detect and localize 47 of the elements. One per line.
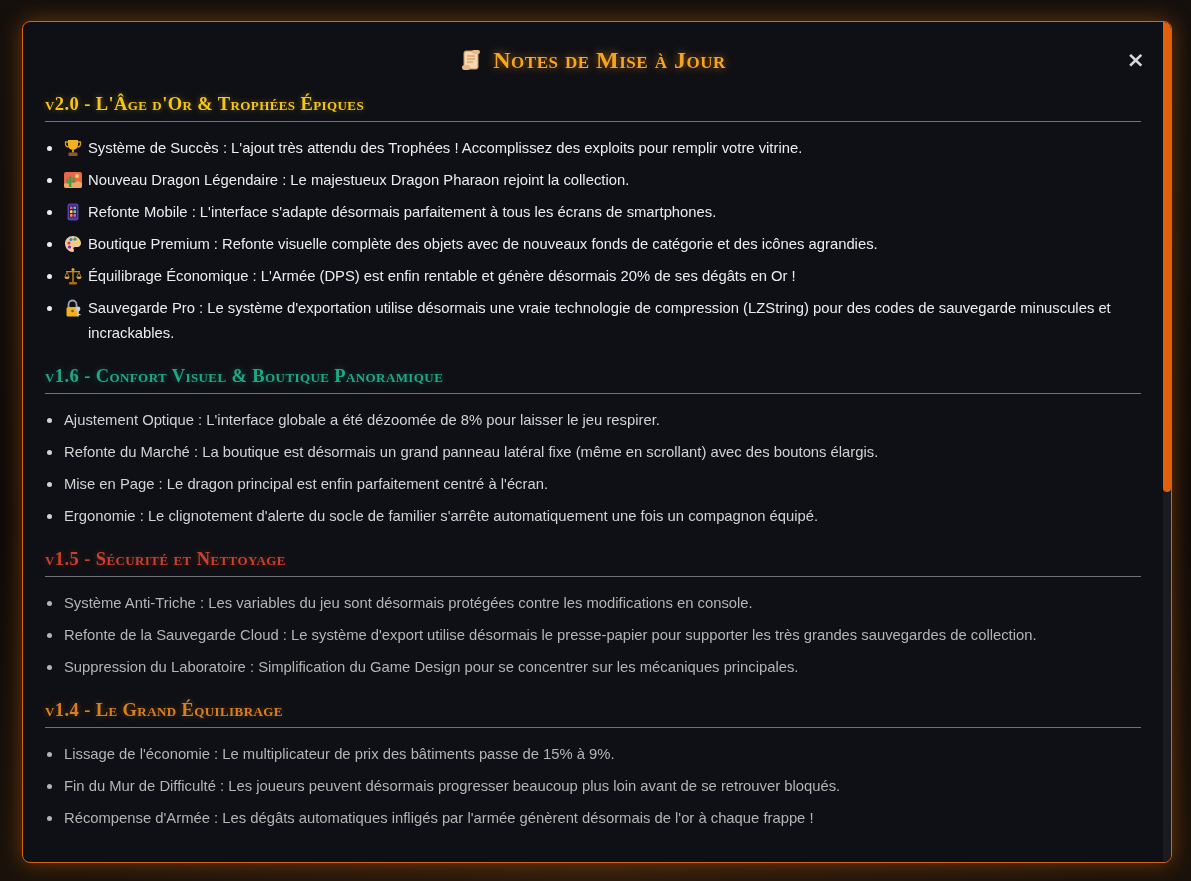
note-text: Ajustement Optique : L'interface globale a été dézoomée de 8% pour laisser le jeu respirer. — [64, 411, 661, 430]
phone-icon — [64, 203, 82, 221]
note-text: Récompense d'Armée : Les dégâts automatiques infligés par l'armée génèrent désormais de l'or à chaque frappe ! — [64, 809, 815, 828]
lock-with-key-icon — [64, 299, 82, 317]
note-text: Sauvegarde Pro : Le système d'exportation utilise désormais une vraie technologie de compression (LZString) pour des codes de sauvegarde minuscules et incrackables. — [88, 299, 1112, 343]
scrollbar-track[interactable] — [1163, 22, 1171, 862]
trophy-icon — [64, 139, 82, 157]
bullet-icon — [47, 146, 52, 151]
bullet-icon — [47, 601, 52, 606]
note-text: Fin du Mur de Difficulté : Les joueurs peuvent désormais progresser beaucoup plus loin avant de se retrouver bloqués. — [64, 777, 842, 796]
version-heading: v1.6 - Confort Visuel & Boutique Panoramique — [45, 366, 444, 386]
note-text: Équilibrage Économique : L'Armée (DPS) est enfin rentable et génère désormais 20% de ses dégâts en Or ! — [88, 267, 797, 286]
bullet-icon — [47, 242, 52, 247]
bullet-icon — [47, 418, 52, 423]
note-text: Mise en Page : Le dragon principal est enfin parfaitement centré à l'écran. — [64, 475, 549, 494]
scrollbar-thumb[interactable] — [1163, 22, 1171, 493]
bullet-icon — [47, 784, 52, 789]
bullet-icon — [47, 274, 52, 279]
bullet-icon — [47, 306, 52, 311]
bullet-icon — [47, 514, 52, 519]
bullet-icon — [47, 178, 52, 183]
note-text: Nouveau Dragon Légendaire : Le majestueux Dragon Pharaon rejoint la collection. — [88, 171, 631, 190]
close-button[interactable]: × — [1124, 47, 1147, 73]
bullet-icon — [47, 665, 52, 670]
bullet-icon — [47, 633, 52, 638]
bullet-icon — [47, 752, 52, 757]
modal-title: Notes de Mise à Jour — [493, 46, 726, 75]
version-heading: v1.5 - Sécurité et Nettoyage — [45, 549, 286, 569]
bullet-icon — [47, 816, 52, 821]
note-text: Système de Succès : L'ajout très attendu des Trophées ! Accomplissez des exploits pour remplir votre vitrine. — [88, 139, 804, 158]
note-text: Refonte du Marché : La boutique est désormais un grand panneau latéral fixe (même en scrollant) avec des boutons élargis. — [64, 443, 880, 462]
bullet-icon — [47, 450, 52, 455]
note-text: Ergonomie : Le clignotement d'alerte du socle de familier s'arrête automatiquement une fois un compagnon équipé. — [64, 507, 820, 526]
scales-icon — [64, 267, 82, 285]
bullet-icon — [47, 482, 52, 487]
scroll-icon — [460, 49, 483, 71]
palette-icon — [64, 235, 82, 253]
version-heading: v1.4 - Le Grand Équilibrage — [45, 700, 283, 720]
desert-icon — [64, 171, 82, 189]
note-text: Système Anti-Triche : Les variables du jeu sont désormais protégées contre les modifications en console. — [64, 594, 754, 613]
bullet-icon — [47, 210, 52, 215]
note-text: Refonte de la Sauvegarde Cloud : Le système d'export utilise désormais le presse-papier pour supporter les très grandes sauvegardes de collection. — [64, 626, 1038, 645]
note-text: Suppression du Laboratoire : Simplification du Game Design pour se concentrer sur les mécaniques principales. — [64, 658, 800, 677]
note-text: Refonte Mobile : L'interface s'adapte désormais parfaitement à tous les écrans de smartphones. — [88, 203, 718, 222]
note-text: Lissage de l'économie : Le multiplicateur de prix des bâtiments passe de 15% à 9%. — [64, 745, 616, 764]
version-heading: v2.0 - L'Âge d'Or & Trophées Épiques — [45, 94, 365, 114]
note-text: Boutique Premium : Refonte visuelle complète des objets avec de nouveaux fonds de catégorie et des icônes agrandies. — [88, 235, 879, 254]
